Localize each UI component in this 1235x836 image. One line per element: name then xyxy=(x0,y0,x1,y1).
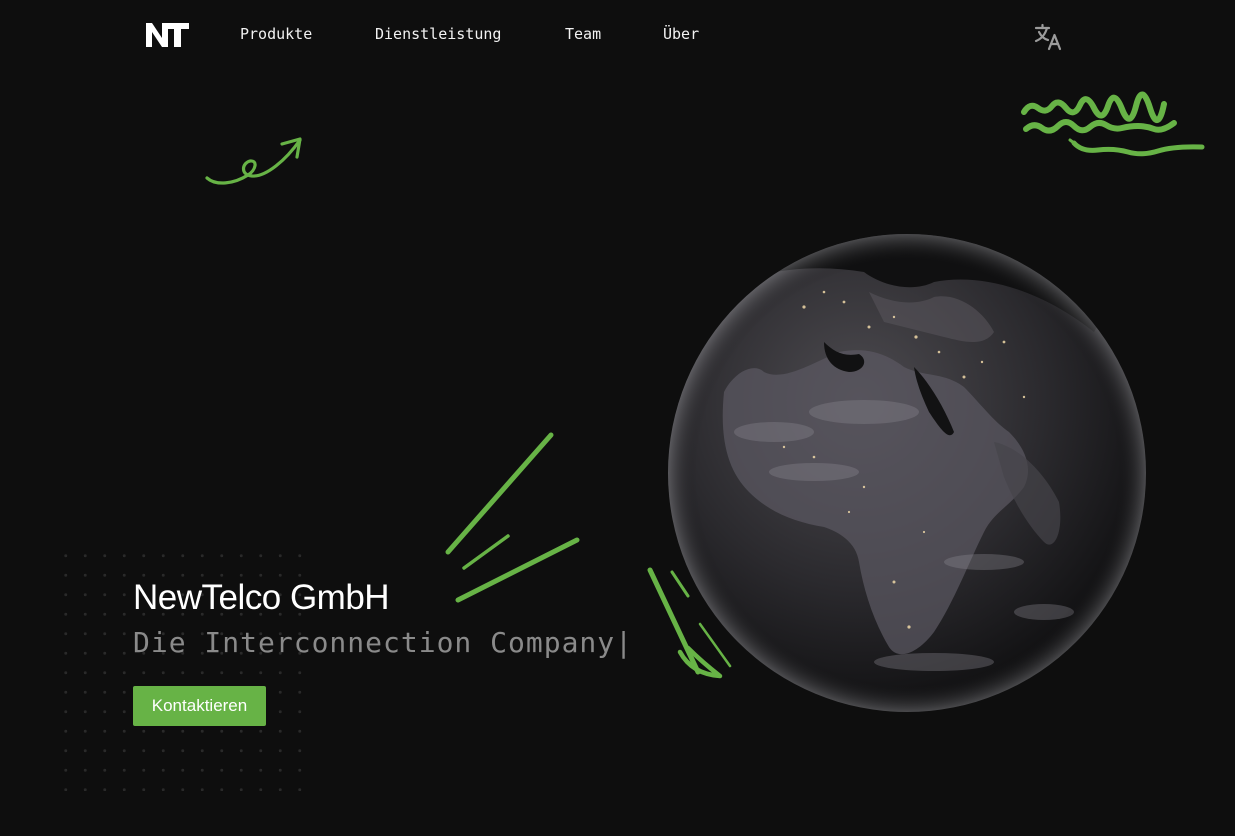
hero-subtitle: Die Interconnection Company| xyxy=(133,626,633,659)
contact-button[interactable]: Kontaktieren xyxy=(133,686,266,726)
wave-scribble-icon xyxy=(1021,91,1205,157)
nav-item-dienstleistung[interactable]: Dienstleistung xyxy=(375,25,501,43)
globe-image xyxy=(668,234,1146,712)
nav-item-ueber[interactable]: Über xyxy=(663,25,699,43)
nav-item-team[interactable]: Team xyxy=(565,25,601,43)
nav-item-produkte[interactable]: Produkte xyxy=(240,25,312,43)
slash-scribble-icon xyxy=(445,432,580,603)
hero-subtitle-text: Die Interconnection Company xyxy=(133,626,616,659)
hero-title: NewTelco GmbH xyxy=(133,578,390,617)
typing-cursor: | xyxy=(615,626,634,659)
arrow-scribble-icon xyxy=(205,137,302,185)
translate-icon[interactable] xyxy=(1034,22,1064,52)
newtelco-logo[interactable] xyxy=(144,21,190,49)
top-navigation: Produkte Dienstleistung Team Über xyxy=(0,0,1235,70)
